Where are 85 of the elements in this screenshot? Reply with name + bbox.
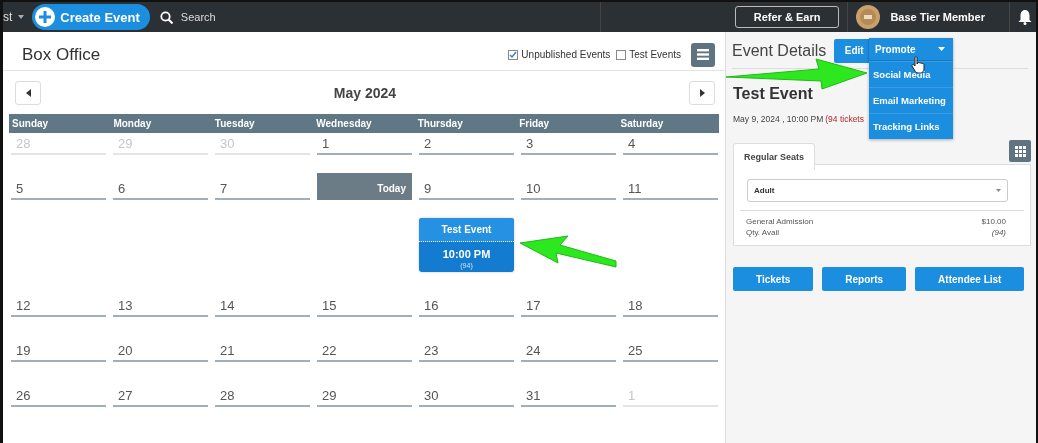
caret-icon <box>938 47 945 51</box>
tickets-sold: (94 tickets <box>825 114 864 124</box>
day-number[interactable]: 19 <box>11 340 106 362</box>
weekday-label: Wednesday <box>315 118 373 129</box>
search-icon <box>159 10 173 24</box>
day-number[interactable]: 7 <box>215 178 310 200</box>
weekday-label: Tuesday <box>213 118 256 129</box>
search-field[interactable]: Search <box>180 11 261 23</box>
day-number[interactable]: 29 <box>317 385 412 407</box>
day-number[interactable]: 26 <box>11 385 106 407</box>
day-number[interactable]: 2 <box>419 133 514 155</box>
day-number[interactable]: 27 <box>113 385 208 407</box>
day-number[interactable]: 15 <box>317 295 412 317</box>
grid-icon <box>1014 145 1026 157</box>
day-number[interactable]: 21 <box>215 340 310 362</box>
weekday-label: Monday <box>112 118 153 129</box>
day-number[interactable]: 25 <box>623 340 718 362</box>
promote-dropdown[interactable]: Promote Social Media Email Marketing Tracking Links <box>869 38 953 139</box>
promote-button[interactable]: Promote <box>875 43 916 55</box>
weekday-label: Sunday <box>11 118 50 129</box>
event-title: Test Event <box>733 85 813 103</box>
ticket-label: Qty. Avail <box>746 227 780 238</box>
filter-label[interactable]: Test Events <box>629 49 681 60</box>
refer-earn-button[interactable]: Refer & Earn <box>734 6 840 28</box>
create-event-button[interactable]: Create Event <box>32 4 150 30</box>
caret-icon <box>996 189 1001 192</box>
day-number[interactable]: 24 <box>521 340 616 362</box>
day-number[interactable]: 11 <box>623 178 718 200</box>
weekday-label: Thursday <box>416 118 464 129</box>
day-number[interactable]: 30 <box>419 385 514 407</box>
dropdown-item[interactable]: Tracking Links <box>869 113 953 139</box>
caret-icon <box>18 15 25 19</box>
day-number[interactable]: 13 <box>113 295 208 317</box>
day-number[interactable]: 6 <box>113 178 208 200</box>
weekday-label: Saturday <box>619 118 665 129</box>
day-number[interactable]: 20 <box>113 340 208 362</box>
account-name: st <box>3 10 13 24</box>
day-number[interactable]: 22 <box>317 340 412 362</box>
action-button[interactable]: Attendee List <box>915 267 1025 291</box>
day-number[interactable]: 3 <box>521 133 616 155</box>
caret-left-icon <box>25 89 31 97</box>
action-button[interactable]: Tickets <box>733 267 814 291</box>
filter-label[interactable]: Unpublished Events <box>521 49 611 60</box>
seat-tab[interactable]: Regular Seats <box>733 143 816 170</box>
day-number[interactable]: 14 <box>215 295 310 317</box>
event-time: 10:00 PM <box>441 248 492 260</box>
day-number[interactable]: 9 <box>419 178 514 200</box>
bell-icon[interactable] <box>1018 9 1032 25</box>
member-label: Base Tier Member <box>890 11 985 23</box>
event-date: May 9, 2024 , 10:00 PM <box>733 114 824 124</box>
ticket-value: (94) <box>991 227 1006 238</box>
next-month-button[interactable] <box>689 81 715 105</box>
day-number[interactable]: 17 <box>521 295 616 317</box>
day-number[interactable]: 18 <box>623 295 718 317</box>
day-number[interactable]: 10 <box>521 178 616 200</box>
page-title: Box Office <box>22 44 102 65</box>
check-icon <box>509 50 518 59</box>
day-number[interactable]: 31 <box>521 385 616 407</box>
month-title: May 2024 <box>333 85 397 101</box>
day-number[interactable]: 23 <box>419 340 514 362</box>
badge-icon <box>856 5 881 29</box>
previous-month-button[interactable] <box>15 81 41 105</box>
plus-icon <box>35 7 56 27</box>
action-button[interactable]: Reports <box>822 267 907 291</box>
today-cell[interactable]: Today <box>317 173 412 200</box>
checkbox[interactable] <box>508 49 519 60</box>
grid-button[interactable] <box>1009 140 1031 162</box>
checkbox[interactable] <box>616 49 627 60</box>
dropdown-item[interactable]: Email Marketing <box>869 87 953 113</box>
day-number[interactable]: 12 <box>11 295 106 317</box>
day-number[interactable]: 1 <box>317 133 412 155</box>
caret-right-icon <box>699 89 705 97</box>
event-title: Test Event <box>419 218 514 242</box>
day-number[interactable]: 5 <box>11 178 106 200</box>
day-number[interactable]: 28 <box>215 385 310 407</box>
ticket-label: General Admission <box>746 216 814 227</box>
ticket-value: $10.00 <box>981 216 1006 227</box>
menu-icon <box>697 49 709 60</box>
weekday-label: Friday <box>518 118 551 129</box>
account-menu[interactable]: st <box>3 10 33 24</box>
ticket-type-select[interactable]: Adult <box>747 179 1008 202</box>
menu-button[interactable] <box>691 42 715 67</box>
day-number[interactable]: 4 <box>623 133 718 155</box>
panel-title: Event Details <box>732 41 827 60</box>
day-number[interactable]: 16 <box>419 295 514 317</box>
